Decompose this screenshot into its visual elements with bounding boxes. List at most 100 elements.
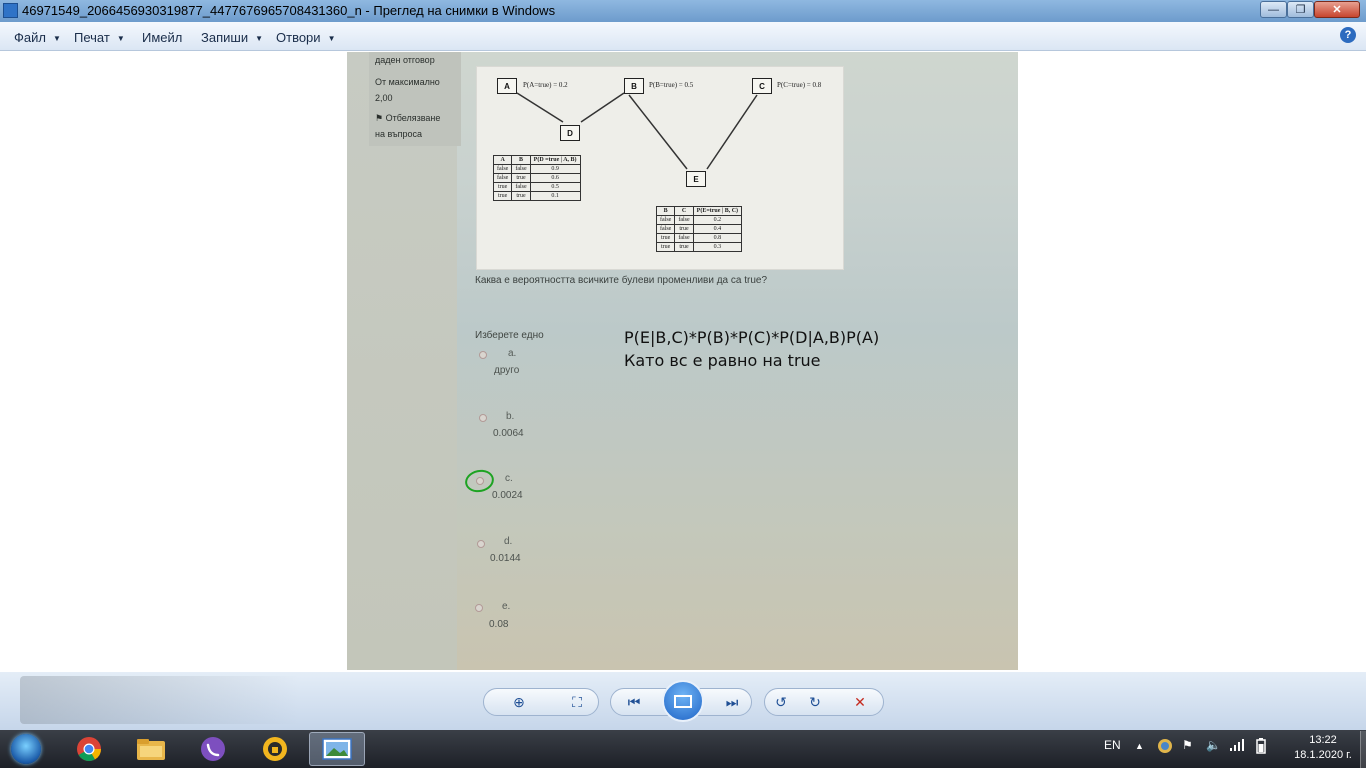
cpt-e-header: C	[674, 206, 694, 216]
choose-one-label: Изберете едно	[475, 330, 544, 341]
title-bar[interactable]: 46971549_2066456930319877_44776769657084…	[0, 0, 1366, 22]
next-icon[interactable]: ⏭	[721, 692, 743, 712]
menu-save[interactable]: Запиши ▼	[201, 30, 263, 45]
prior-a: P(A=true) = 0.2	[523, 81, 568, 89]
formula-note: Като вс е равно на true	[624, 351, 821, 370]
cpt-e-header: P(E=true | B, C)	[692, 206, 743, 216]
explorer-taskbar-icon[interactable]	[123, 732, 179, 766]
zoom-icon[interactable]: ⊕	[508, 692, 530, 712]
slideshow-button[interactable]	[662, 680, 704, 722]
help-icon[interactable]: ?	[1340, 27, 1356, 43]
edge-a-d	[516, 92, 564, 123]
prior-c: P(C=true) = 0.8	[777, 81, 822, 89]
menu-open[interactable]: Отвори ▼	[276, 30, 335, 45]
start-button[interactable]	[4, 731, 48, 767]
cpt-e-header: B	[655, 206, 676, 216]
window-title: 46971549_2066456930319877_44776769657084…	[22, 3, 556, 18]
edge-c-e	[706, 94, 758, 170]
language-indicator[interactable]: EN	[1104, 738, 1121, 752]
zoom-group: ⊕ ⛶	[483, 688, 599, 716]
node-d: D	[560, 125, 580, 141]
close-button[interactable]: ✕	[1314, 1, 1360, 18]
photo-viewer-icon	[322, 738, 352, 760]
chevron-down-icon: ▼	[327, 34, 336, 43]
signal-bars-icon	[1230, 739, 1244, 751]
slideshow-icon	[674, 694, 692, 708]
maximize-button[interactable]: ❐	[1287, 1, 1314, 18]
bayes-network-diagram: A P(A=true) = 0.2 B P(B=true) = 0.5 C P(…	[476, 66, 844, 270]
globe-icon	[1158, 739, 1172, 753]
max-points-value: 2,00	[375, 93, 393, 103]
node-e: E	[686, 171, 706, 187]
table-row: true false 0.5	[492, 182, 581, 192]
table-row: false false 0.9	[492, 164, 581, 174]
table-row: false false 0.2	[655, 215, 743, 225]
cpt-d-header: P(D =true | A, B)	[529, 155, 581, 165]
chevron-down-icon: ▼	[52, 34, 61, 43]
radio-option-a	[479, 351, 487, 359]
actual-size-icon[interactable]: ⛶	[566, 692, 588, 712]
menu-bar: Файл ▼ Печат ▼ Имейл Запиши ▼ Отвори ▼	[0, 22, 1366, 51]
windows-logo-icon	[11, 734, 41, 764]
option-value: друго	[494, 365, 520, 376]
viber-taskbar-icon[interactable]	[185, 732, 241, 766]
option-value: 0.0064	[493, 428, 524, 439]
cpt-d-header: B	[511, 155, 531, 165]
chevron-down-icon: ▼	[116, 34, 125, 43]
flag-question: ⚑ Отбелязване	[375, 113, 441, 123]
rotate-right-icon[interactable]: ↻	[804, 692, 826, 712]
minimize-button[interactable]: —	[1260, 1, 1287, 18]
cpt-table-d: A B P(D =true | A, B) false false 0.9 fals…	[492, 155, 581, 201]
option-value: 0.0144	[490, 553, 521, 564]
battery-icon[interactable]	[1256, 738, 1266, 757]
displayed-photo: даден отговор От максимално 2,00 ⚑ Отбел…	[347, 52, 1018, 670]
folder-icon	[137, 739, 165, 760]
radio-option-d	[477, 540, 485, 548]
table-row: true true 0.3	[655, 242, 743, 252]
taskbar-clock[interactable]: 13:22 18.1.2020 г.	[1288, 733, 1358, 763]
network-tray-icon[interactable]	[1157, 738, 1173, 757]
clock-date: 18.1.2020 г.	[1294, 749, 1352, 761]
secure-browser-taskbar-icon[interactable]	[247, 732, 303, 766]
table-row: true false 0.8	[655, 233, 743, 243]
node-b: B	[624, 78, 644, 94]
edge-b-d	[580, 92, 625, 123]
option-letter: b.	[506, 411, 515, 422]
edge-b-e	[628, 94, 688, 170]
chrome-taskbar-icon[interactable]	[61, 732, 117, 766]
node-c: C	[752, 78, 772, 94]
photo-viewer-taskbar-icon[interactable]	[309, 732, 365, 766]
table-row: true true 0.1	[492, 191, 581, 201]
rotate-delete-group: ↺ ↻ ✕	[764, 688, 884, 716]
option-value: 0.08	[489, 619, 509, 630]
prior-b: P(B=true) = 0.5	[649, 81, 694, 89]
radio-option-e	[475, 604, 483, 612]
menu-file[interactable]: Файл ▼	[14, 30, 61, 45]
lock-browser-icon	[263, 737, 287, 761]
clock-time: 13:22	[1309, 734, 1337, 746]
blurred-background-notification	[20, 676, 300, 724]
formula-annotation: P(E|B,C)*P(B)*P(C)*P(D|A,B)P(A)	[624, 328, 880, 347]
chevron-down-icon: ▼	[255, 34, 263, 43]
rotate-left-icon[interactable]: ↺	[770, 692, 792, 712]
show-hidden-icons[interactable]: ▲	[1135, 741, 1144, 751]
table-row: false true 0.4	[655, 224, 743, 234]
signal-icon[interactable]	[1229, 738, 1245, 755]
menu-print[interactable]: Печат ▼	[74, 30, 125, 45]
cpt-d-header: A	[492, 155, 513, 165]
photo-viewer-app-icon	[3, 3, 18, 18]
option-letter: a.	[508, 348, 517, 359]
show-desktop-button[interactable]	[1360, 731, 1366, 768]
delete-icon[interactable]: ✕	[849, 692, 871, 712]
option-value: 0.0024	[492, 490, 523, 501]
question-text: Каква е вероятността всичките булеви про…	[475, 275, 768, 286]
menu-email[interactable]: Имейл	[142, 30, 182, 45]
question-info-box: даден отговор От максимално 2,00 ⚑ Отбел…	[369, 52, 461, 146]
previous-icon[interactable]: ⏮	[623, 692, 645, 712]
option-letter: d.	[504, 536, 513, 547]
answered-status: даден отговор	[375, 55, 435, 65]
action-center-flag-icon[interactable]: ⚑	[1182, 738, 1193, 752]
flag-icon: ⚑	[375, 113, 386, 123]
volume-icon[interactable]: 🔈	[1206, 738, 1221, 752]
chrome-icon	[77, 737, 101, 762]
